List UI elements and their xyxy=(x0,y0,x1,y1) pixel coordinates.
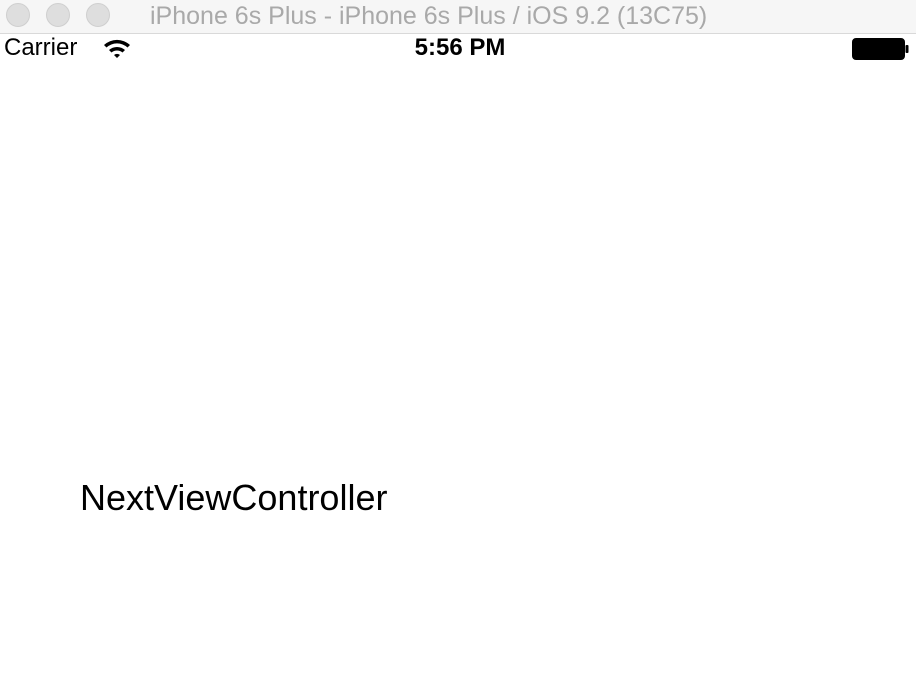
ios-status-bar: Carrier 5:56 PM xyxy=(0,34,916,64)
zoom-window-button[interactable] xyxy=(86,3,110,27)
close-window-button[interactable] xyxy=(6,3,30,27)
battery-icon xyxy=(852,38,909,60)
title-bar[interactable]: iPhone 6s Plus - iPhone 6s Plus / iOS 9.… xyxy=(0,0,916,34)
window-title: iPhone 6s Plus - iPhone 6s Plus / iOS 9.… xyxy=(150,2,708,30)
status-time: 5:56 PM xyxy=(414,34,506,61)
minimize-window-button[interactable] xyxy=(46,3,70,27)
simulator-window: iPhone 6s Plus - iPhone 6s Plus / iOS 9.… xyxy=(0,0,916,700)
view-controller-label: NextViewController xyxy=(80,477,388,518)
